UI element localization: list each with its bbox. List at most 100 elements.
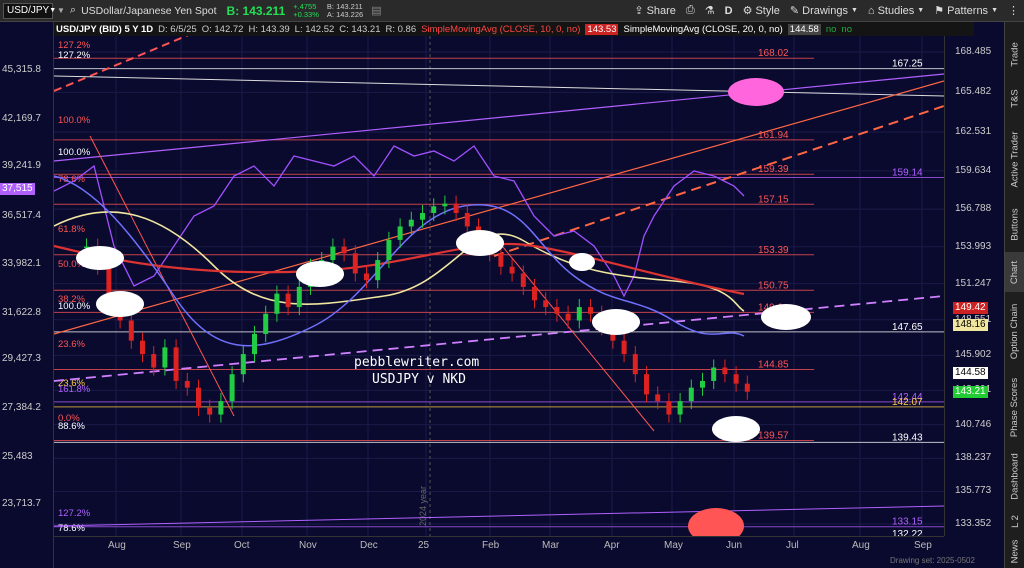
right-axis-tick: 162.531 xyxy=(955,125,992,137)
drawings-label: Drawings xyxy=(802,4,848,17)
search-icon[interactable]: ⌕ xyxy=(70,4,76,17)
highlight-oval xyxy=(96,291,144,317)
candle-body xyxy=(621,340,627,355)
chevron-down-icon: ▼ xyxy=(850,7,858,14)
right-axis-tick: 153.993 xyxy=(955,240,992,252)
candle-body xyxy=(330,246,336,261)
side-tab-l-2[interactable]: L 2 xyxy=(1005,508,1024,534)
candle-body xyxy=(285,293,291,308)
bar-open: O: 142.72 xyxy=(201,23,244,35)
candle-body xyxy=(229,374,235,402)
side-tab-t-s[interactable]: T&S xyxy=(1005,76,1024,120)
price-tag-sma_a: 149.42 xyxy=(953,302,988,315)
left-axis-tick: 33,982.1 xyxy=(2,258,41,269)
right-axis-tick: 151.247 xyxy=(955,277,992,289)
x-axis-tick: Aug xyxy=(108,540,126,551)
print-button[interactable]: ⎙ xyxy=(681,4,700,17)
flask-button[interactable]: ⚗ xyxy=(700,4,720,17)
fib-right-label: 133.15 xyxy=(892,517,923,528)
side-tab-news[interactable]: News xyxy=(1005,536,1024,566)
left-axis-tick: 39,241.9 xyxy=(2,160,41,171)
printer-icon: ⎙ xyxy=(685,4,695,16)
x-axis-tick: Apr xyxy=(604,540,620,551)
fib-left-label: 161.8% xyxy=(58,384,91,395)
right-price-axis[interactable]: 168.485 165.482 162.531 159.634 156.788 153.9… xyxy=(944,36,1004,536)
candle-body xyxy=(588,307,593,314)
candle-body xyxy=(442,203,448,207)
x-axis-tick: Nov xyxy=(299,540,317,551)
symbol-description: USDollar/Japanese Yen Spot xyxy=(81,4,217,17)
right-axis-tick: 168.485 xyxy=(955,46,992,57)
share-button[interactable]: ⇪ Share xyxy=(629,4,681,18)
fib-left-label: 100.0% xyxy=(58,301,91,312)
side-tab-option-chain[interactable]: Option Chain xyxy=(1005,294,1024,368)
candle-body xyxy=(520,273,526,287)
candle-body xyxy=(128,320,134,341)
period-label: D xyxy=(724,4,733,17)
watermark-line2: USDJPY v NKD xyxy=(372,372,466,387)
right-axis-tick: 140.746 xyxy=(955,418,992,430)
chart-icon[interactable]: ▤ xyxy=(371,4,381,17)
candle-body xyxy=(162,347,168,368)
symbol-input[interactable]: USD/JPY ▼ xyxy=(3,2,56,19)
drawings-button[interactable]: ✎ Drawings ▼ xyxy=(785,4,863,18)
style-button[interactable]: ⚙ Style xyxy=(738,4,785,18)
left-price-axis[interactable]: 45,315.8 42,169.7 39,241.9 36,517.4 33,982.1… xyxy=(0,22,54,568)
patterns-button[interactable]: ⚑ Patterns ▼ xyxy=(929,4,1003,18)
sma10-label[interactable]: SimpleMovingAvg (CLOSE, 10, 0, no) xyxy=(421,24,580,35)
fib-right-label: 167.25 xyxy=(892,59,923,70)
top-toolbar: USD/JPY ▼ ▼ ⌕ USDollar/Japanese Yen Spot… xyxy=(0,0,1024,22)
candle-body xyxy=(173,347,179,381)
price-chart[interactable]: 2024 year 168.02 167.25 161.94 159.39 159.14 1… xyxy=(54,36,944,536)
share-icon: ⇪ xyxy=(634,5,644,17)
price-tag-last: 143.21 xyxy=(953,385,988,398)
dropdown-icon[interactable]: ▼ xyxy=(57,6,65,15)
x-axis-tick: Jul xyxy=(786,540,799,551)
trendline-purple-upper xyxy=(54,73,944,162)
candle-body xyxy=(431,206,437,214)
side-tab-phase-scores[interactable]: Phase Scores xyxy=(1005,370,1024,444)
change-block: +.4755 +0.33% xyxy=(293,2,319,19)
side-tab-trade[interactable]: Trade xyxy=(1005,32,1024,76)
fib-right-label: 159.39 xyxy=(758,164,789,175)
sma20-value: 144.58 xyxy=(787,23,821,35)
side-tab-label: Option Chain xyxy=(1009,303,1021,359)
studies-button[interactable]: ⌂ Studies ▼ xyxy=(863,5,929,17)
trendline-top xyxy=(54,75,944,97)
side-tab-buttons[interactable]: Buttons xyxy=(1005,198,1024,250)
right-axis-tick: 145.902 xyxy=(955,349,992,361)
patterns-icon: ⚑ xyxy=(934,5,945,17)
candle-body xyxy=(576,307,582,321)
more-button[interactable]: ⋮ xyxy=(1003,4,1024,17)
x-axis-tick: Sep xyxy=(173,540,191,551)
side-tab-label: L 2 xyxy=(1009,514,1021,528)
fib-left-label: 100.0% xyxy=(58,147,91,158)
side-tab-label: Chart xyxy=(1009,260,1021,284)
side-tabs: Trade T&S Active Trader Buttons Chart Option … xyxy=(1004,22,1024,568)
side-tab-label: Trade xyxy=(1009,41,1021,67)
side-tab-chart[interactable]: Chart xyxy=(1005,252,1024,292)
side-tab-label: Active Trader xyxy=(1009,131,1021,187)
period-button[interactable]: D xyxy=(720,5,738,17)
time-axis[interactable]: Aug Sep Oct Nov Dec 25 Feb Mar Apr May Jun Jul Aug Se… xyxy=(54,536,944,556)
candle-body xyxy=(151,354,157,368)
left-axis-tick: 45,315.8 xyxy=(2,64,41,75)
price-tag-sma_c: 144.58 xyxy=(953,367,988,380)
left-axis-tick: 42,169.7 xyxy=(2,113,41,124)
right-axis-tick: 133.352 xyxy=(955,518,992,529)
fib-left-label: 78.6% xyxy=(58,523,85,534)
trendline-purple-dashed xyxy=(54,295,944,382)
candle-body xyxy=(532,286,537,301)
year-label: 2024 year xyxy=(418,486,428,526)
candle-body xyxy=(509,266,515,274)
x-axis-tick: Oct xyxy=(234,540,250,551)
candle-body xyxy=(554,307,560,314)
fib-right-label: 144.85 xyxy=(758,360,789,371)
fib-right-label: 150.75 xyxy=(758,280,789,291)
candle-body xyxy=(498,253,504,267)
fib-right-label: 142.07 xyxy=(892,397,923,408)
side-tab-dashboard[interactable]: Dashboard xyxy=(1005,446,1024,506)
style-label: Style xyxy=(755,4,780,17)
sma20-label[interactable]: SimpleMovingAvg (CLOSE, 20, 0, no) xyxy=(623,24,782,35)
side-tab-active-trader[interactable]: Active Trader xyxy=(1005,122,1024,196)
